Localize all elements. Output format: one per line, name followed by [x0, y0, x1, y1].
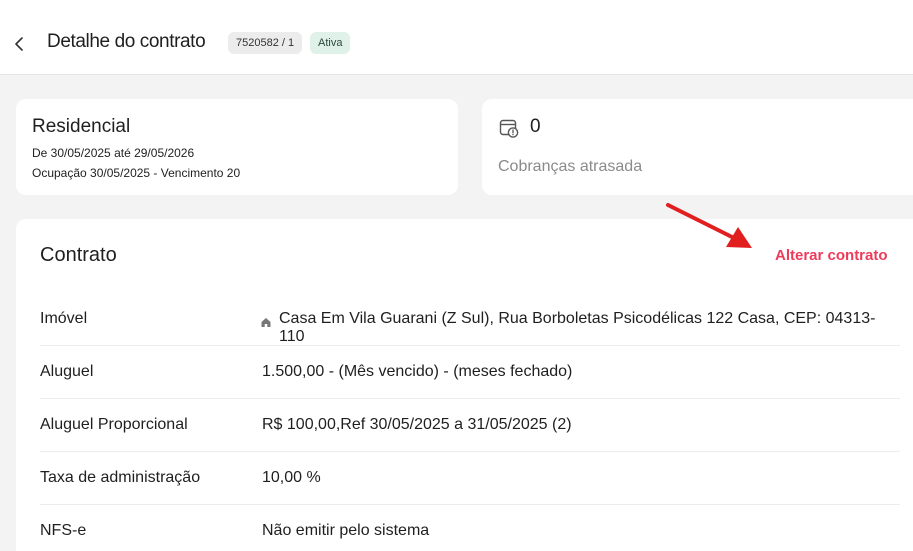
late-charges-count: 0: [530, 116, 541, 137]
contract-id-badge: 7520582 / 1: [228, 32, 303, 54]
contract-occupation: Ocupação 30/05/2025 - Vencimento 20: [32, 166, 241, 180]
section-title: Contrato: [40, 244, 117, 266]
detail-row-rent: Aluguel 1.500,00 - (Mês vencido) - (mese…: [40, 346, 900, 399]
contract-type: Residencial: [32, 116, 131, 137]
row-label: Aluguel: [40, 363, 94, 380]
detail-row-property: Imóvel Casa Em Vila Guarani (Z Sul), Rua…: [40, 293, 900, 346]
row-value: 10,00 %: [262, 469, 321, 486]
calendar-clock-icon: [498, 117, 520, 139]
contract-summary-card: Residencial De 30/05/2025 até 29/05/2026…: [16, 99, 458, 195]
header-bar: Detalhe do contrato 7520582 / 1 Ativa: [0, 0, 913, 75]
row-value: Casa Em Vila Guarani (Z Sul), Rua Borbol…: [279, 310, 876, 345]
row-value: 1.500,00 - (Mês vencido) - (meses fechad…: [262, 363, 573, 380]
detail-row-admin-fee: Taxa de administração 10,00 %: [40, 452, 900, 505]
row-value: Não emitir pelo sistema: [262, 522, 430, 539]
row-label: NFS-e: [40, 522, 87, 539]
back-chevron-icon[interactable]: [10, 34, 30, 54]
row-label: Aluguel Proporcional: [40, 416, 188, 433]
contract-period: De 30/05/2025 até 29/05/2026: [32, 146, 195, 160]
status-badge: Ativa: [310, 32, 351, 54]
detail-row-proportional-rent: Aluguel Proporcional R$ 100,00,Ref 30/05…: [40, 399, 900, 452]
late-charges-label: Cobranças atrasada: [498, 158, 643, 175]
late-charges-card: 0 Cobranças atrasada: [482, 99, 913, 195]
row-value: R$ 100,00,Ref 30/05/2025 a 31/05/2025 (2…: [262, 416, 572, 433]
row-label: Taxa de administração: [40, 469, 201, 486]
page-title: Detalhe do contrato: [47, 31, 206, 52]
row-label: Imóvel: [40, 310, 88, 327]
home-icon: [260, 315, 272, 327]
annotation-arrow-icon: [666, 203, 752, 248]
detail-row-nfse: NFS-e Não emitir pelo sistema: [40, 505, 900, 551]
contract-details-card: Contrato Alterar contrato Imóvel Casa Em…: [16, 219, 913, 551]
edit-contract-link[interactable]: Alterar contrato: [775, 247, 888, 264]
